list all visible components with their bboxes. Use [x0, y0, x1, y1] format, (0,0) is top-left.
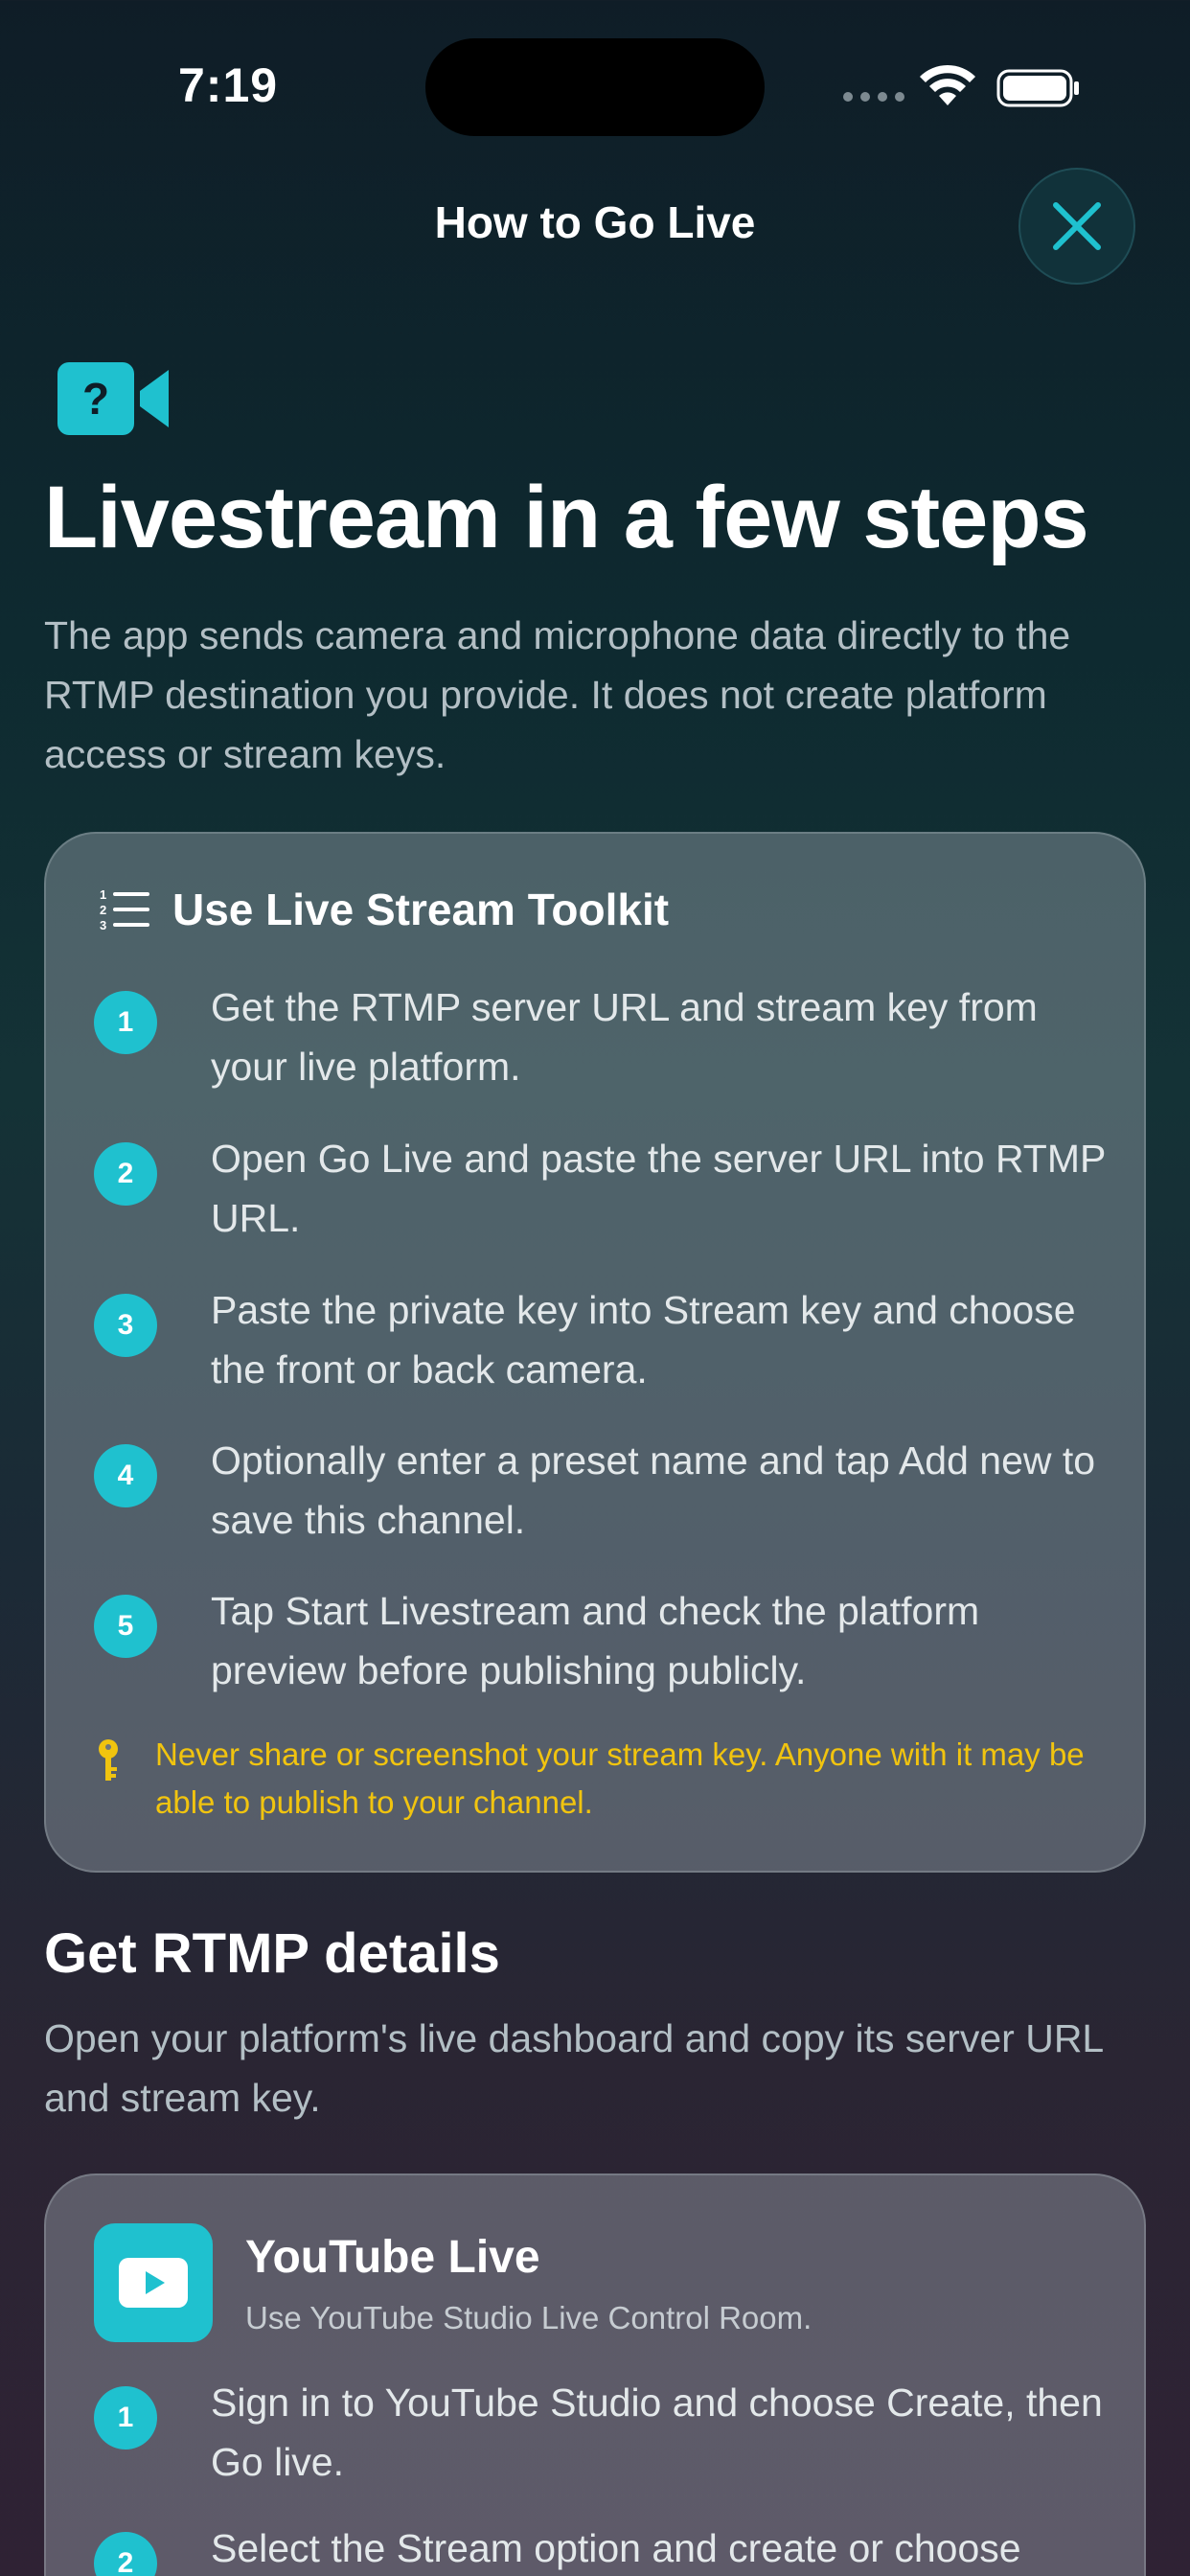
toolkit-step: 5 Tap Start Livestream and check the pla…	[94, 1581, 1110, 1700]
toolkit-step: 1 Get the RTMP server URL and stream key…	[94, 978, 1110, 1096]
status-time: 7:19	[178, 58, 279, 112]
stream-key-warning: Never share or screenshot your stream ke…	[96, 1731, 1111, 1827]
section-subtitle: Open your platform's live dashboard and …	[44, 2016, 1103, 2120]
step-number-badge: 4	[94, 1444, 157, 1507]
youtube-live-card[interactable]: YouTube Live Use YouTube Studio Live Con…	[44, 2174, 1146, 2576]
key-icon	[99, 1739, 118, 1781]
toolkit-header: 1 2 3 Use Live Stream Toolkit	[96, 884, 669, 935]
svg-text:3: 3	[100, 918, 106, 932]
youtube-step: 2 Select the Stream option and create or…	[94, 2518, 1110, 2576]
youtube-step: 1 Sign in to YouTube Studio and choose C…	[94, 2373, 1110, 2492]
step-number-badge: 1	[94, 991, 157, 1054]
status-bar: 7:19	[0, 0, 1190, 172]
step-text: Sign in to YouTube Studio and choose Cre…	[211, 2380, 1103, 2484]
toolkit-step: 4 Optionally enter a preset name and tap…	[94, 1431, 1110, 1550]
platform-subtitle: Use YouTube Studio Live Control Room.	[245, 2300, 812, 2335]
section-title: Get RTMP details	[44, 1922, 500, 1985]
step-number-badge: 1	[94, 2386, 157, 2450]
svg-text:1: 1	[100, 887, 106, 902]
step-text: Get the RTMP server URL and stream key f…	[211, 985, 1038, 1089]
video-question-icon: ?	[57, 362, 169, 435]
step-text: Select the Stream option and create or c…	[211, 2526, 1021, 2570]
toolkit-step: 2 Open Go Live and paste the server URL …	[94, 1129, 1110, 1248]
page-subtitle: The app sends camera and microphone data…	[44, 613, 1071, 776]
platform-title: YouTube Live	[245, 2232, 540, 2283]
wifi-icon	[920, 64, 975, 105]
youtube-play-icon	[94, 2223, 213, 2342]
dynamic-island	[425, 38, 765, 136]
step-number-badge: 2	[94, 2532, 157, 2576]
warning-text: Never share or screenshot your stream ke…	[155, 1736, 1085, 1820]
cellular-signal-icon	[843, 92, 904, 102]
step-number-badge: 3	[94, 1294, 157, 1357]
numbered-list-icon: 1 2 3	[100, 887, 149, 932]
step-text: Tap Start Livestream and check the platf…	[211, 1589, 980, 1692]
battery-icon	[996, 69, 1079, 107]
page-header-title: How to Go Live	[434, 197, 756, 247]
page-title: Livestream in a few steps	[44, 469, 1089, 566]
toolkit-step: 3 Paste the private key into Stream key …	[94, 1280, 1110, 1399]
toolkit-card: 1 2 3 Use Live Stream Toolkit 1 Get the …	[44, 832, 1146, 1873]
close-button[interactable]	[1018, 168, 1135, 285]
step-number-badge: 2	[94, 1142, 157, 1206]
step-text: Paste the private key into Stream key an…	[211, 1288, 1076, 1392]
close-icon	[1053, 202, 1101, 250]
step-text: Open Go Live and paste the server URL in…	[211, 1137, 1106, 1240]
svg-text:2: 2	[100, 903, 106, 917]
toolkit-title: Use Live Stream Toolkit	[172, 885, 670, 934]
step-text: Optionally enter a preset name and tap A…	[211, 1438, 1096, 1542]
svg-text:?: ?	[82, 374, 109, 424]
step-number-badge: 5	[94, 1595, 157, 1658]
